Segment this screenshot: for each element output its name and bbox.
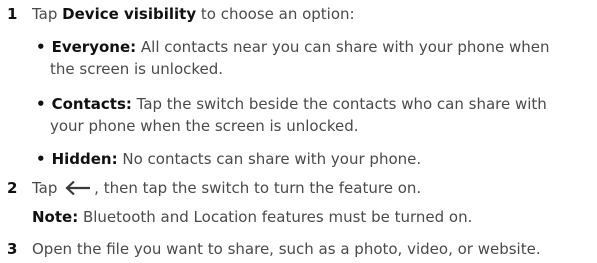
option-everyone-line1: • Everyone: All contacts near you can sha… — [36, 38, 550, 56]
option-contacts-desc1: Tap the switch beside the contacts who c… — [131, 95, 547, 113]
option-hidden-label: Hidden: — [51, 150, 118, 168]
instruction-page: 1 Tap Device visibility to choose an opt… — [0, 0, 597, 263]
option-everyone-line2: the screen is unlocked. — [50, 60, 224, 78]
bullet-icon: • — [36, 38, 46, 56]
step-1-text: Tap Device visibility to choose an optio… — [32, 5, 355, 23]
option-everyone-label: Everyone: — [51, 38, 137, 56]
note-label: Note: — [32, 208, 79, 226]
step-3-text: Open the file you want to share, such as… — [32, 240, 541, 258]
option-hidden-desc1: No contacts can share with your phone. — [117, 150, 422, 168]
step-3-number: 3 — [7, 240, 18, 258]
option-contacts-line2: your phone when the screen is unlocked. — [50, 117, 359, 135]
option-everyone-desc1: All contacts near you can share with you… — [136, 38, 550, 56]
step-2-post: , then tap the switch to turn the featur… — [94, 179, 422, 197]
bullet-icon: • — [36, 95, 46, 113]
note: Note: Bluetooth and Location features mu… — [32, 208, 472, 226]
step-1-number: 1 — [7, 5, 18, 23]
step-2-number: 2 — [7, 179, 18, 197]
step-1-bold: Device visibility — [62, 5, 197, 23]
bullet-icon: • — [36, 150, 46, 168]
note-text: Bluetooth and Location features must be … — [78, 208, 473, 226]
option-contacts-line1: • Contacts: Tap the switch beside the con… — [36, 95, 547, 113]
step-1-pre: Tap — [32, 5, 63, 23]
option-hidden-line1: • Hidden: No contacts can share with your… — [36, 150, 421, 168]
step-2-text: Tap , then tap the switch to turn the fe… — [32, 179, 421, 200]
step-1-post: to choose an option: — [196, 5, 355, 23]
option-contacts-label: Contacts: — [51, 95, 132, 113]
back-arrow-icon — [64, 180, 92, 200]
step-2-pre: Tap — [32, 179, 63, 197]
